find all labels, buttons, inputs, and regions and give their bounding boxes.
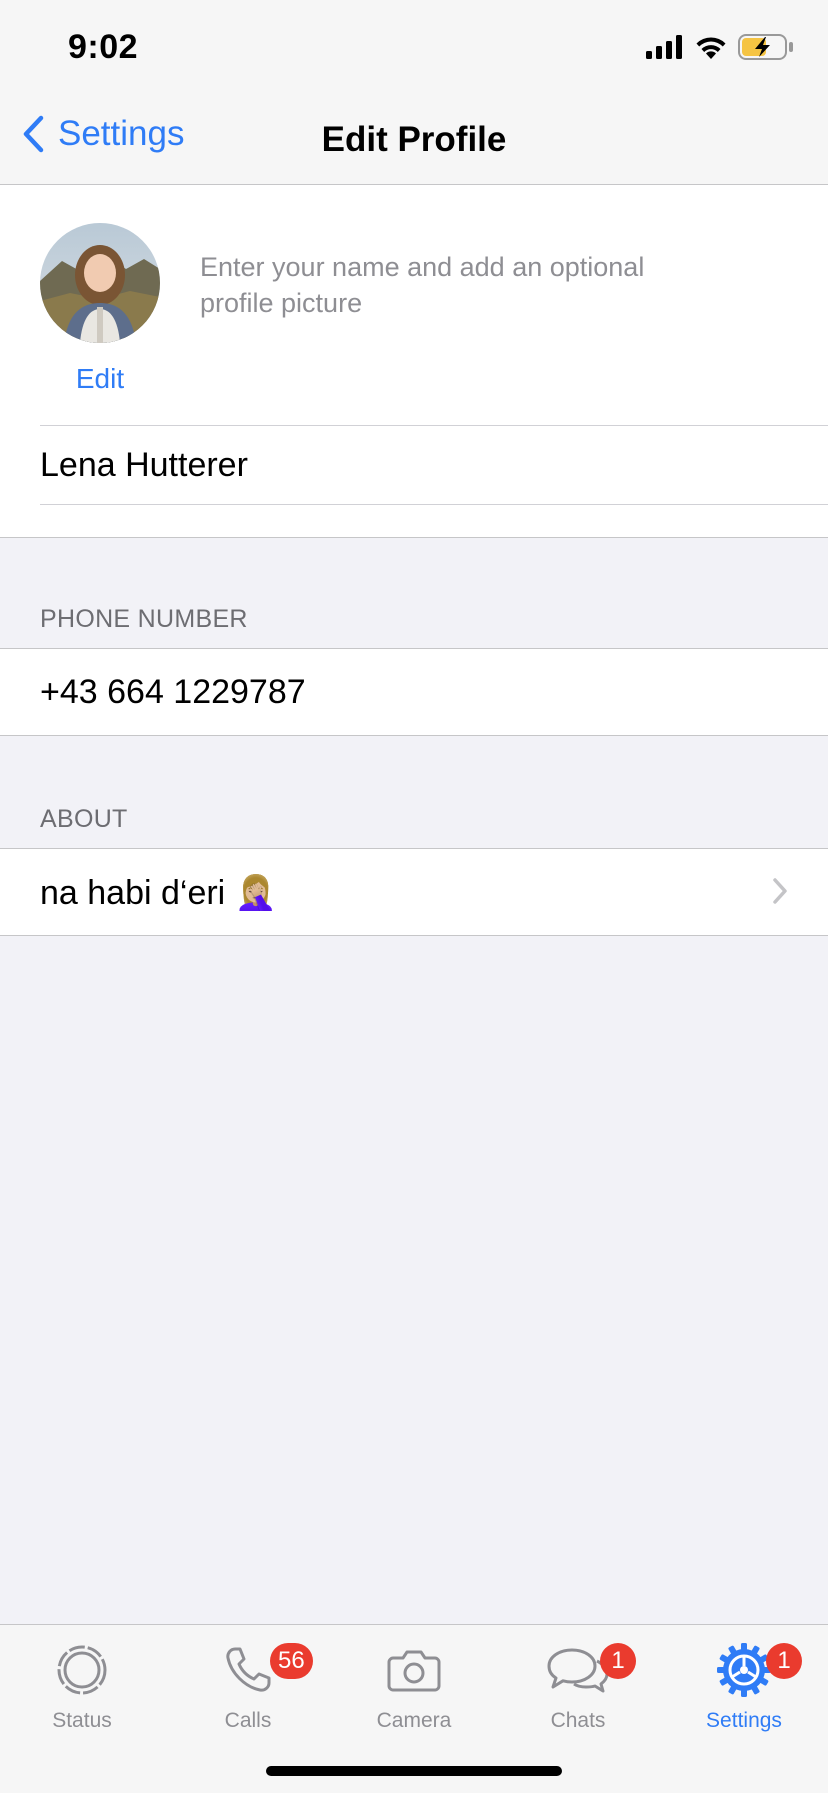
about-value: na habi d‘eri 🤦🏼‍♀️ [40, 874, 278, 912]
phone-section-header: PHONE NUMBER [40, 605, 248, 633]
profile-card: Edit Enter your name and add an optional… [0, 185, 828, 538]
status-icons [646, 34, 794, 60]
battery-charging-icon [738, 34, 793, 60]
page-title: Edit Profile [321, 120, 507, 159]
profile-hint: Enter your name and add an optional prof… [200, 252, 645, 318]
tab-settings-label: Settings [706, 1709, 782, 1732]
status-bar: 9:02 [0, 0, 828, 100]
tab-camera[interactable]: Camera [344, 1635, 484, 1733]
name-value: Lena Hutterer [40, 446, 248, 484]
status-time: 9:02 [68, 28, 139, 66]
phone-number-cell: +43 664 1229787 [0, 648, 828, 736]
calls-badge: 56 [270, 1643, 313, 1679]
tab-calls-label: Calls [224, 1709, 272, 1732]
tab-chats-label: Chats [550, 1709, 606, 1732]
tab-camera-label: Camera [376, 1709, 452, 1732]
settings-badge: 1 [766, 1643, 802, 1679]
tab-status-label: Status [52, 1709, 112, 1732]
navigation-bar: Settings Edit Profile [0, 100, 828, 185]
cellular-signal-icon [646, 35, 682, 59]
phone-icon [226, 1647, 271, 1692]
phone-number-value: +43 664 1229787 [40, 673, 306, 711]
profile-photo [40, 223, 160, 343]
chevron-right-icon [773, 878, 787, 904]
avatar[interactable] [40, 223, 160, 343]
gear-icon [717, 1643, 771, 1697]
tab-calls[interactable]: Calls 56 [178, 1635, 318, 1733]
tab-settings[interactable]: Settings 1 [674, 1635, 814, 1733]
wifi-icon [696, 37, 726, 59]
about-section-header: ABOUT [40, 805, 128, 833]
about-cell[interactable]: na habi d‘eri 🤦🏼‍♀️ [0, 848, 828, 936]
edit-photo-button[interactable]: Edit [40, 363, 160, 395]
tab-chats[interactable]: Chats 1 [508, 1635, 648, 1733]
camera-icon [387, 1650, 441, 1692]
status-icon [57, 1645, 107, 1695]
home-indicator [266, 1766, 562, 1776]
name-field[interactable]: Lena Hutterer [40, 425, 828, 505]
tab-status[interactable]: Status [12, 1635, 152, 1733]
chats-badge: 1 [600, 1643, 636, 1679]
